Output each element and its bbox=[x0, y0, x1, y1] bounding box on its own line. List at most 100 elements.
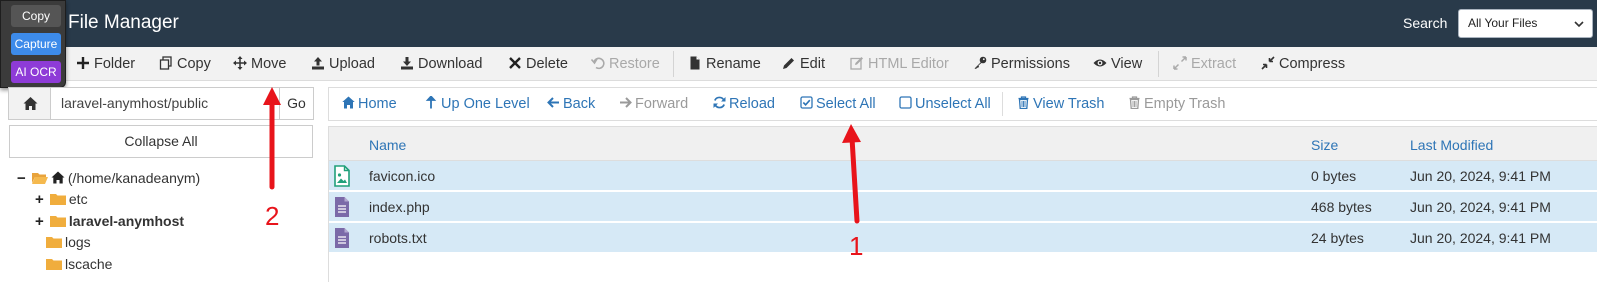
tree-item-lscache[interactable]: lscache bbox=[46, 254, 112, 275]
plus-icon bbox=[77, 57, 89, 69]
tree-toggle[interactable]: + bbox=[35, 211, 46, 232]
unselect-all-button[interactable]: Unselect All bbox=[899, 88, 991, 120]
tree-item-home[interactable]: − (/home/kanadeanym) bbox=[17, 168, 200, 189]
compress-button[interactable]: Compress bbox=[1261, 47, 1345, 81]
file-name[interactable]: favicon.ico bbox=[369, 161, 435, 191]
tree-item-label: etc bbox=[68, 191, 88, 207]
trash-icon bbox=[1129, 96, 1140, 110]
search-scope-select[interactable]: All Your Files bbox=[1458, 9, 1593, 38]
permissions-button[interactable]: Permissions bbox=[973, 47, 1070, 81]
trash-icon bbox=[1018, 96, 1029, 110]
pencil-icon bbox=[783, 58, 794, 69]
widget-capture-button[interactable]: Capture bbox=[11, 33, 61, 55]
upload-icon bbox=[312, 57, 324, 70]
file-modified: Jun 20, 2024, 9:41 PM bbox=[1410, 199, 1551, 215]
tree-item-label: lscache bbox=[65, 256, 113, 272]
level-up-icon bbox=[425, 95, 437, 109]
tree-toggle[interactable]: − bbox=[17, 168, 28, 189]
up-one-level-button[interactable]: Up One Level bbox=[425, 88, 530, 120]
reload-button[interactable]: Reload bbox=[713, 88, 775, 120]
view-trash-button[interactable]: View Trash bbox=[1017, 88, 1104, 120]
download-button[interactable]: Download bbox=[400, 47, 483, 81]
back-button[interactable]: Back bbox=[547, 88, 595, 120]
table-row[interactable]: index.php 468 bytes Jun 20, 2024, 9:41 P… bbox=[329, 192, 1597, 222]
refresh-icon bbox=[713, 96, 726, 109]
path-input[interactable]: laravel-anymhost/public bbox=[61, 88, 208, 119]
eye-icon bbox=[1093, 59, 1107, 67]
file-modified: Jun 20, 2024, 9:41 PM bbox=[1410, 168, 1551, 184]
arrow-right-icon bbox=[620, 97, 632, 108]
select-all-button[interactable]: Select All bbox=[800, 88, 876, 120]
app-header: File Manager Search All Your Files bbox=[0, 0, 1597, 47]
search-label: Search bbox=[1403, 15, 1448, 31]
upload-button[interactable]: Upload bbox=[311, 47, 375, 81]
tree-item-label: laravel-anymhost bbox=[68, 213, 185, 229]
collapse-all-button[interactable]: Collapse All bbox=[9, 125, 313, 158]
forward-button[interactable]: Forward bbox=[619, 88, 688, 120]
annotation-label-1: 1 bbox=[849, 231, 864, 261]
rename-button[interactable]: Rename bbox=[688, 47, 761, 81]
copy-button[interactable]: Copy bbox=[159, 47, 211, 81]
home-button[interactable]: Home bbox=[342, 88, 397, 120]
tree-item-logs[interactable]: logs bbox=[46, 232, 91, 253]
annotation-label-2: 2 bbox=[265, 201, 280, 231]
home-icon bbox=[342, 96, 355, 109]
column-header-size[interactable]: Size bbox=[1311, 127, 1338, 161]
screen-capture-widget: Copy Capture AI OCR bbox=[0, 0, 66, 88]
delete-button[interactable]: Delete bbox=[508, 47, 568, 81]
widget-copy-button[interactable]: Copy bbox=[11, 5, 61, 27]
new-folder-button[interactable]: Folder bbox=[76, 47, 135, 81]
home-icon bbox=[23, 97, 38, 110]
action-toolbar: Folder Copy Move Upload Download Delete … bbox=[0, 47, 1597, 81]
text-file-icon bbox=[335, 228, 349, 248]
tree-item-etc[interactable]: + etc bbox=[35, 189, 88, 210]
folder-icon bbox=[46, 237, 62, 248]
file-modified: Jun 20, 2024, 9:41 PM bbox=[1410, 230, 1551, 246]
nav-divider bbox=[1002, 92, 1003, 116]
empty-trash-button[interactable]: Empty Trash bbox=[1128, 88, 1225, 120]
folder-icon bbox=[49, 216, 66, 227]
path-bar: laravel-anymhost/public Go bbox=[8, 87, 314, 120]
file-size: 468 bytes bbox=[1311, 199, 1372, 215]
tree-toggle[interactable]: + bbox=[35, 189, 46, 210]
edit-square-icon bbox=[850, 57, 863, 70]
compress-icon bbox=[1261, 56, 1275, 70]
edit-button[interactable]: Edit bbox=[782, 47, 825, 81]
home-directory-button[interactable] bbox=[9, 88, 51, 119]
file-name[interactable]: index.php bbox=[369, 192, 430, 222]
open-folder-icon bbox=[31, 173, 48, 184]
tree-item-laravel-anymhost[interactable]: + laravel-anymhost bbox=[35, 211, 184, 232]
table-header: Name Size Last Modified bbox=[329, 126, 1597, 161]
close-icon bbox=[509, 57, 521, 69]
column-header-name[interactable]: Name bbox=[369, 127, 406, 161]
restore-button[interactable]: Restore bbox=[590, 47, 660, 81]
home-icon bbox=[51, 171, 65, 184]
go-button[interactable]: Go bbox=[279, 88, 313, 119]
widget-ocr-button[interactable]: AI OCR bbox=[11, 61, 61, 83]
empty-box-icon bbox=[899, 96, 912, 109]
undo-icon bbox=[590, 57, 605, 70]
download-icon bbox=[401, 57, 413, 70]
tree-item-label: (/home/kanadeanym) bbox=[67, 170, 201, 186]
tree-item-label: logs bbox=[65, 234, 91, 250]
file-name[interactable]: robots.txt bbox=[369, 223, 427, 253]
move-arrows-icon bbox=[233, 56, 247, 70]
checked-box-icon bbox=[800, 96, 813, 109]
file-icon bbox=[690, 56, 700, 70]
column-header-last-modified[interactable]: Last Modified bbox=[1410, 127, 1493, 161]
view-button[interactable]: View bbox=[1093, 47, 1142, 81]
expand-icon bbox=[1173, 56, 1187, 70]
toolbar-divider bbox=[1158, 51, 1159, 77]
extract-button[interactable]: Extract bbox=[1173, 47, 1236, 81]
folder-icon bbox=[49, 194, 66, 205]
move-button[interactable]: Move bbox=[233, 47, 286, 81]
table-row[interactable]: robots.txt 24 bytes Jun 20, 2024, 9:41 P… bbox=[329, 223, 1597, 253]
text-file-icon bbox=[335, 197, 349, 217]
html-editor-button[interactable]: HTML Editor bbox=[850, 47, 949, 81]
file-size: 24 bytes bbox=[1311, 230, 1364, 246]
search-scope-value: All Your Files bbox=[1468, 16, 1538, 30]
image-file-icon bbox=[334, 165, 350, 187]
table-row[interactable]: favicon.ico 0 bytes Jun 20, 2024, 9:41 P… bbox=[329, 161, 1597, 191]
page-title: File Manager bbox=[68, 12, 179, 33]
arrow-left-icon bbox=[547, 97, 559, 108]
